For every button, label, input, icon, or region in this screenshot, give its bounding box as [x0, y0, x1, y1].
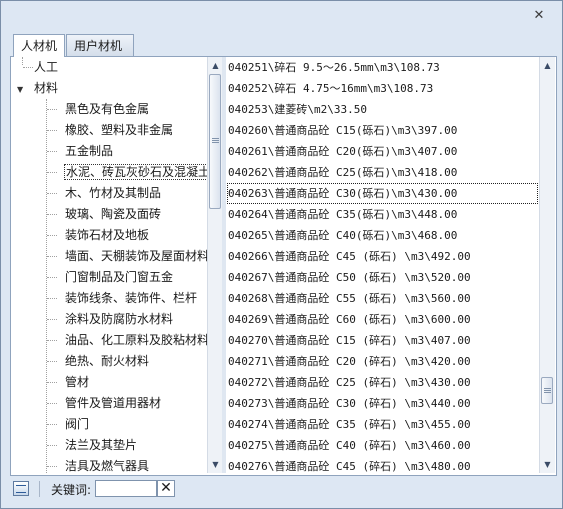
scroll-up-icon[interactable]: ▲ — [540, 58, 555, 73]
tree-item-label: 水泥、砖瓦灰砂石及混凝土 — [63, 164, 207, 180]
tree-item[interactable]: 门窗制品及门窗五金 — [65, 267, 173, 288]
tree-item-materials[interactable]: ▼ 材料 — [17, 78, 58, 99]
tab-material-machine[interactable]: 人材机 — [13, 34, 65, 57]
search-bar: 关键词: ✕ — [10, 479, 555, 500]
keyword-input[interactable] — [95, 480, 157, 497]
list-item[interactable]: 040267\普通商品砼 C50 (砾石) \m3\520.00 — [227, 267, 538, 288]
list-item[interactable]: 040252\碎石 4.75～16mm\m3\108.73 — [227, 78, 538, 99]
material-dialog: ✕ 人材机 用户材机 人工 ▼ 材料 黑色及有色金属橡胶、塑料及非金属 五金制品水泥… — [0, 0, 563, 509]
tree-item[interactable]: 玻璃、陶瓷及面砖 — [65, 204, 161, 225]
tree-item[interactable]: 装饰石材及地板 — [65, 225, 149, 246]
tree-item[interactable]: 法兰及其垫片 — [65, 435, 137, 456]
tree-item-label: 橡胶、塑料及非金属 — [65, 123, 174, 137]
tree-item[interactable]: 五金制品 — [65, 141, 113, 162]
scroll-down-icon[interactable]: ▼ — [208, 457, 223, 472]
list-item[interactable]: 040261\普通商品砼 C20(砾石)\m3\407.00 — [227, 141, 538, 162]
tree-item[interactable]: 水泥、砖瓦灰砂石及混凝土 — [63, 162, 207, 183]
toolbar-separator — [39, 481, 40, 497]
list-item[interactable]: 040270\普通商品砼 C15 (碎石) \m3\407.00 — [227, 330, 538, 351]
list-item[interactable]: 040262\普通商品砼 C25(砾石)\m3\418.00 — [227, 162, 538, 183]
list-scrollbar[interactable]: ▲ ▼ — [539, 57, 555, 473]
list-item[interactable]: 040271\普通商品砼 C20 (碎石) \m3\420.00 — [227, 351, 538, 372]
scroll-down-icon[interactable]: ▼ — [540, 457, 555, 472]
tree-item[interactable]: 橡胶、塑料及非金属 — [65, 120, 173, 141]
close-icon[interactable]: ✕ — [532, 9, 546, 23]
tree-item-labor[interactable]: 人工 — [34, 57, 58, 78]
tree-item-label: 绝热、耐火材料 — [65, 354, 150, 368]
tree-item-label: 法兰及其垫片 — [65, 438, 138, 452]
list-item[interactable]: 040264\普通商品砼 C35(砾石)\m3\448.00 — [227, 204, 538, 225]
tab-user-material[interactable]: 用户材机 — [66, 34, 134, 56]
list-item[interactable]: 040265\普通商品砼 C40(砾石)\m3\468.00 — [227, 225, 538, 246]
tree-item-label: 涂料及防腐防水材料 — [65, 312, 174, 326]
material-list: 040251\碎石 9.5～26.5mm\m3\108.73 040252\碎石 … — [226, 57, 539, 473]
tree-item-label: 油品、化工原料及胶粘材料 — [65, 333, 207, 347]
tree-item[interactable]: 墙面、天棚装饰及屋面材料 — [65, 246, 207, 267]
list-item[interactable]: 040276\普通商品砼 C45 (碎石) \m3\480.00 — [227, 456, 538, 473]
list-item[interactable]: 040266\普通商品砼 C45 (砾石) \m3\492.00 — [227, 246, 538, 267]
tree-item-label: 材料 — [34, 81, 59, 95]
tree-item[interactable]: 洁具及燃气器具 — [65, 456, 149, 473]
list-scroll-thumb[interactable] — [541, 377, 553, 404]
list-item[interactable]: 040253\建菱砖\m2\33.50 — [227, 99, 538, 120]
tree-item[interactable]: 木、竹材及其制品 — [65, 183, 161, 204]
tree-item-label: 管材 — [65, 375, 90, 389]
tree-item-label: 玻璃、陶瓷及面砖 — [65, 207, 162, 221]
tree-item-label: 黑色及有色金属 — [65, 102, 150, 116]
tree-item-label: 阀门 — [65, 417, 90, 431]
tree-item[interactable]: 装饰线条、装饰件、栏杆 — [65, 288, 197, 309]
tree-item[interactable]: 管件及管道用器材 — [65, 393, 161, 414]
list-item[interactable]: 040268\普通商品砼 C55 (砾石) \m3\560.00 — [227, 288, 538, 309]
tree-item[interactable]: 黑色及有色金属 — [65, 99, 149, 120]
tree-item-label: 墙面、天棚装饰及屋面材料 — [65, 249, 207, 263]
grid-view-icon[interactable] — [13, 481, 29, 496]
tree-item-label: 装饰线条、装饰件、栏杆 — [65, 291, 198, 305]
list-item[interactable]: 040273\普通商品砼 C30 (碎石) \m3\440.00 — [227, 393, 538, 414]
tree-item[interactable]: 涂料及防腐防水材料 — [65, 309, 173, 330]
tree-scrollbar[interactable]: ▲ ▼ — [207, 57, 223, 473]
collapse-chevron-icon[interactable]: ▼ — [17, 79, 29, 100]
list-item[interactable]: 040251\碎石 9.5～26.5mm\m3\108.73 — [227, 57, 538, 78]
tree-item[interactable]: 绝热、耐火材料 — [65, 351, 149, 372]
clear-icon[interactable]: ✕ — [157, 480, 175, 497]
tree-scroll-thumb[interactable] — [209, 74, 221, 209]
list-item[interactable]: 040275\普通商品砼 C40 (碎石) \m3\460.00 — [227, 435, 538, 456]
tree-item[interactable]: 油品、化工原料及胶粘材料 — [65, 330, 207, 351]
list-item[interactable]: 040274\普通商品砼 C35 (碎石) \m3\455.00 — [227, 414, 538, 435]
tree-item[interactable]: 阀门 — [65, 414, 89, 435]
tree-item-label: 门窗制品及门窗五金 — [65, 270, 174, 284]
content-panel: 人工 ▼ 材料 黑色及有色金属橡胶、塑料及非金属 五金制品水泥、砖瓦灰砂石及混凝土木… — [10, 56, 557, 476]
tree-item-label: 五金制品 — [65, 144, 114, 158]
keyword-label: 关键词: — [51, 483, 92, 497]
list-item[interactable]: 040272\普通商品砼 C25 (碎石) \m3\430.00 — [227, 372, 538, 393]
category-tree: 人工 ▼ 材料 黑色及有色金属橡胶、塑料及非金属 五金制品水泥、砖瓦灰砂石及混凝土木… — [11, 57, 207, 473]
list-item[interactable]: 040260\普通商品砼 C15(砾石)\m3\397.00 — [227, 120, 538, 141]
tree-item-label: 木、竹材及其制品 — [65, 186, 162, 200]
list-item[interactable]: 040263\普通商品砼 C30(砾石)\m3\430.00 — [227, 183, 538, 204]
tree-item-label: 管件及管道用器材 — [65, 396, 162, 410]
tree-item[interactable]: 管材 — [65, 372, 89, 393]
tree-item-label: 装饰石材及地板 — [65, 228, 150, 242]
tree-item-label: 人工 — [34, 60, 59, 74]
scroll-up-icon[interactable]: ▲ — [208, 58, 223, 73]
tree-item-label: 洁具及燃气器具 — [65, 459, 150, 473]
list-item[interactable]: 040269\普通商品砼 C60 (砾石) \m3\600.00 — [227, 309, 538, 330]
